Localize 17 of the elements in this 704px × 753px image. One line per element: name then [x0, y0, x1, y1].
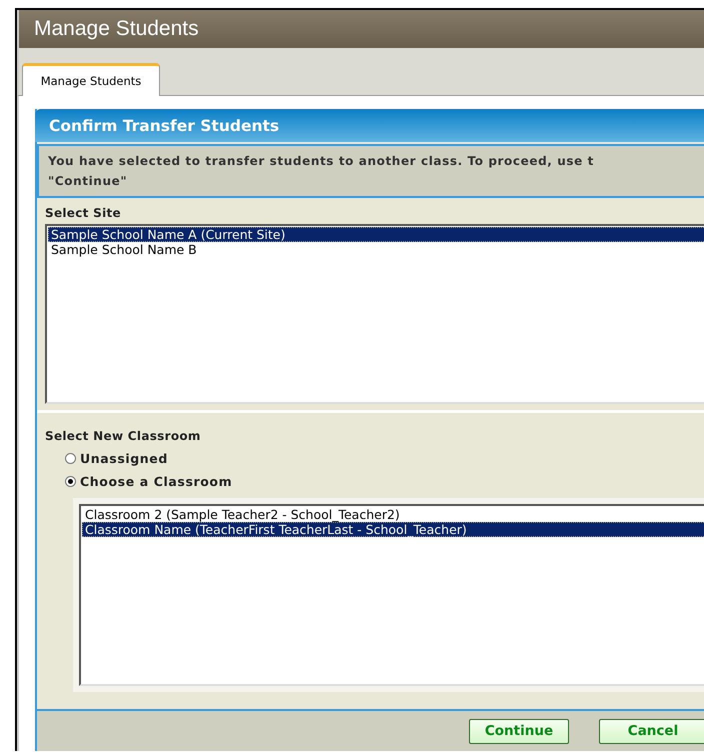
site-list[interactable]: Sample School Name A (Current Site) Sample School Name B [45, 224, 704, 404]
continue-button[interactable]: Continue [469, 718, 569, 744]
list-option[interactable]: Classroom 2 (Sample Teacher2 - School_Teacher2) [82, 507, 704, 522]
classroom-list[interactable]: Classroom 2 (Sample Teacher2 - School_Teacher2) Classroom Name (TeacherFirst TeacherLast - School_Teacher) [79, 504, 704, 686]
radio-option[interactable]: Choose a Classroom [65, 474, 232, 489]
list-option[interactable]: Classroom Name (TeacherFirst TeacherLast - School_Teacher) [82, 522, 704, 537]
list-option[interactable]: Sample School Name B [48, 242, 704, 257]
message-text: You have selected to transfer students to another class. To proceed, use t [48, 153, 595, 170]
section-label: Select Site [45, 206, 122, 220]
cancel-button[interactable]: Cancel [599, 718, 704, 744]
window-title: Manage Students [34, 17, 199, 41]
tab[interactable]: Manage Students [22, 63, 160, 96]
radio-option[interactable]: Unassigned [65, 451, 168, 466]
panel-header: Confirm Transfer Students [35, 109, 704, 142]
list-option[interactable]: Sample School Name A (Current Site) [48, 227, 704, 242]
section-label: Select New Classroom [45, 429, 202, 443]
message-text: "Continue" [48, 173, 128, 190]
